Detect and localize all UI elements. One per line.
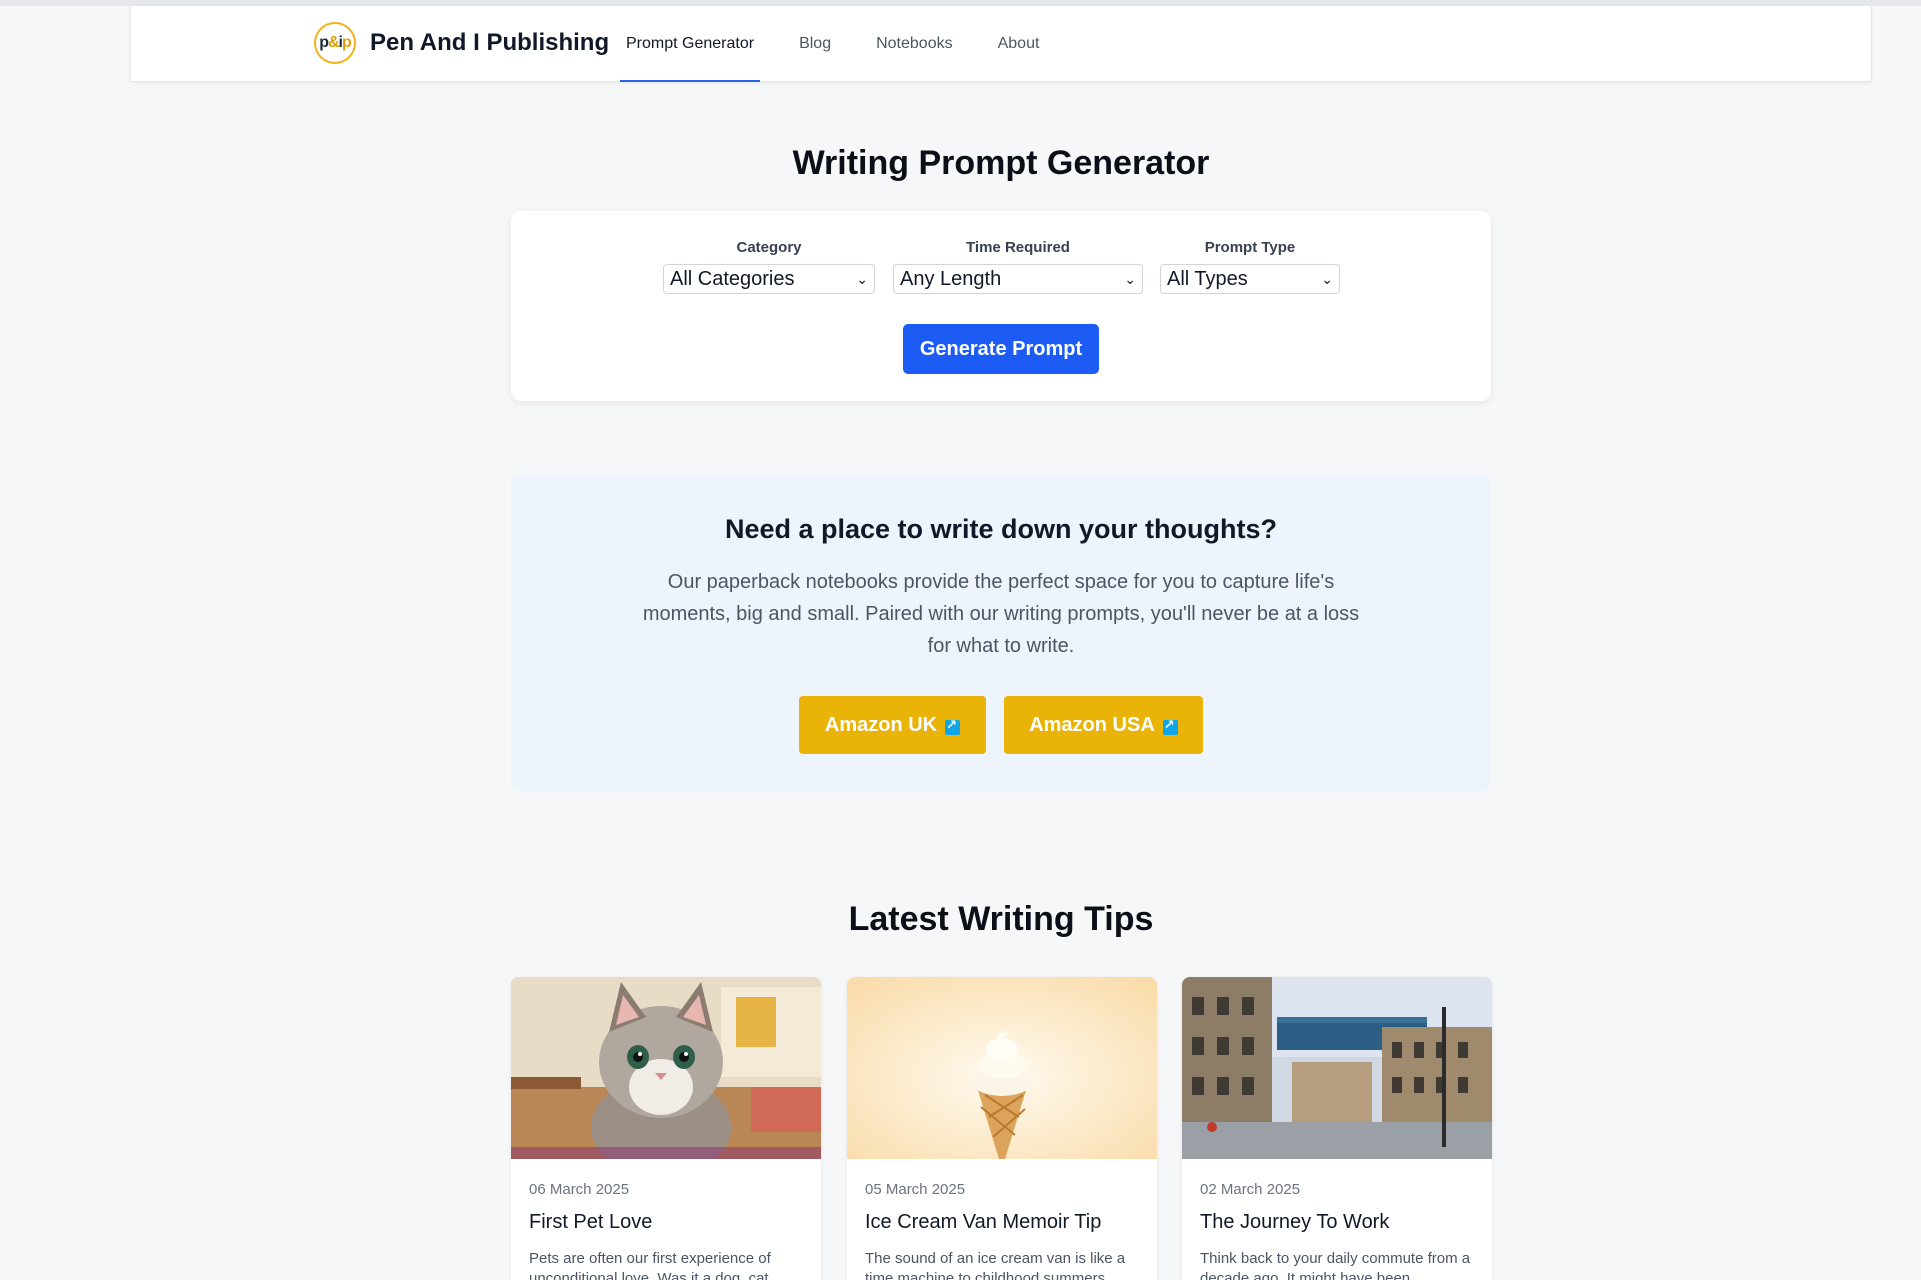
category-filter: Category All Categories ⌄ bbox=[663, 239, 875, 294]
external-link-icon bbox=[1162, 717, 1178, 735]
ice-cream-photo bbox=[847, 977, 1157, 1159]
promo-title: Need a place to write down your thoughts… bbox=[724, 514, 1278, 544]
nav-link-prompt-generator[interactable]: Prompt Generator bbox=[620, 6, 761, 82]
chevron-down-icon: ⌄ bbox=[1321, 270, 1333, 287]
generate-prompt-button[interactable]: Generate Prompt bbox=[903, 324, 1099, 374]
post-title: The Journey To Work bbox=[1200, 1211, 1390, 1233]
nav-links: Prompt Generator Blog Notebooks About bbox=[620, 6, 1078, 82]
post-excerpt: The sound of an ice cream van is like a … bbox=[865, 1250, 1126, 1280]
chevron-down-icon: ⌄ bbox=[856, 270, 868, 287]
time-value: Any Length bbox=[900, 267, 1002, 290]
amazon-usa-label: Amazon USA bbox=[1029, 713, 1155, 736]
brand[interactable]: p & i p Pen And I Publishing bbox=[314, 22, 609, 64]
time-filter: Time Required Any Length ⌄ bbox=[893, 239, 1143, 294]
type-select[interactable]: All Types ⌄ bbox=[1160, 264, 1340, 294]
post-excerpt: Think back to your daily commute from a … bbox=[1200, 1250, 1471, 1280]
post-date: 02 March 2025 bbox=[1200, 1181, 1301, 1198]
time-select[interactable]: Any Length ⌄ bbox=[893, 264, 1143, 294]
promo-text: Our paperback notebooks provide the perf… bbox=[642, 571, 1360, 657]
post-title: Ice Cream Van Memoir Tip bbox=[865, 1211, 1102, 1233]
post-date: 05 March 2025 bbox=[865, 1181, 966, 1198]
post-title: First Pet Love bbox=[529, 1211, 653, 1233]
notebook-promo: Need a place to write down your thoughts… bbox=[511, 474, 1491, 791]
post-date: 06 March 2025 bbox=[529, 1181, 630, 1198]
post-excerpt: Pets are often our first experience of u… bbox=[529, 1250, 771, 1280]
time-label: Time Required bbox=[966, 239, 1070, 256]
type-label: Prompt Type bbox=[1204, 239, 1296, 256]
cat-photo bbox=[511, 977, 821, 1159]
chevron-down-icon: ⌄ bbox=[1124, 270, 1136, 287]
blog-card[interactable]: 05 March 2025 Ice Cream Van Memoir Tip T… bbox=[847, 977, 1157, 1280]
blog-card[interactable]: 06 March 2025 First Pet Love Pets are of… bbox=[511, 977, 821, 1280]
blog-card[interactable]: 02 March 2025 The Journey To Work Think … bbox=[1182, 977, 1492, 1280]
brand-name: Pen And I Publishing bbox=[370, 29, 610, 56]
nav-link-blog[interactable]: Blog bbox=[793, 6, 837, 82]
nav-link-about[interactable]: About bbox=[992, 6, 1046, 82]
category-value: All Categories bbox=[670, 267, 795, 290]
nav-link-notebooks[interactable]: Notebooks bbox=[870, 6, 959, 82]
city-street-photo bbox=[1182, 977, 1492, 1159]
top-navigation: p & i p Pen And I Publishing Prompt Generat… bbox=[130, 6, 1872, 82]
amazon-usa-button[interactable]: Amazon USA bbox=[1004, 696, 1203, 754]
category-label: Category bbox=[736, 239, 802, 256]
tips-title: Latest Writing Tips bbox=[848, 900, 1154, 938]
category-select[interactable]: All Categories ⌄ bbox=[663, 264, 875, 294]
type-filter: Prompt Type All Types ⌄ bbox=[1160, 239, 1340, 294]
amazon-uk-button[interactable]: Amazon UK bbox=[799, 696, 986, 754]
type-value: All Types bbox=[1167, 267, 1248, 290]
page-title: Writing Prompt Generator bbox=[792, 144, 1210, 182]
prompt-generator-card: Category All Categories ⌄ Time Required … bbox=[511, 211, 1491, 401]
amazon-uk-label: Amazon UK bbox=[824, 713, 938, 736]
external-link-icon bbox=[945, 717, 961, 735]
logo-icon: p & i p bbox=[314, 22, 356, 64]
